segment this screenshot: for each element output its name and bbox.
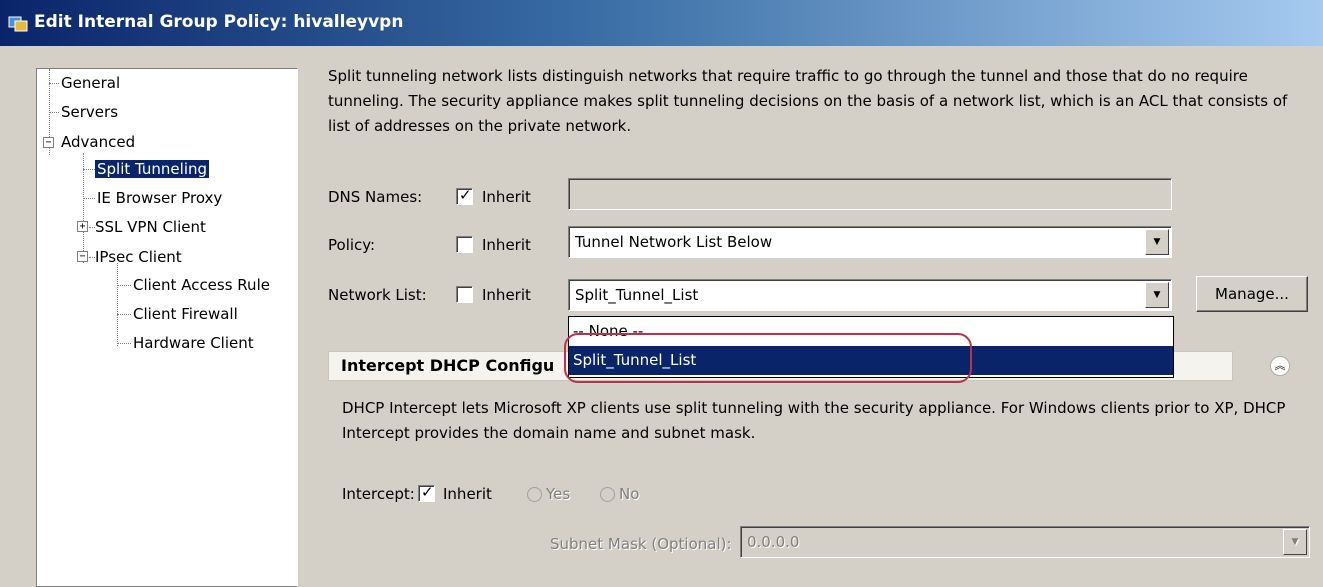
intercept-yes-label: Yes — [546, 485, 571, 503]
policy-inherit-label: Inherit — [482, 236, 531, 254]
intercept-label: Intercept: — [342, 485, 415, 503]
dns-names-input — [568, 178, 1172, 210]
tree-item-ipsec-client[interactable]: IPsec Client — [95, 246, 182, 268]
navigation-tree[interactable]: − + − General Servers Advanced Split Tun… — [36, 68, 298, 587]
highlight-annotation — [564, 333, 972, 383]
policy-inherit-checkbox[interactable] — [456, 236, 473, 253]
intercept-inherit-label: Inherit — [443, 485, 492, 503]
dns-inherit-checkbox[interactable]: ✓ — [456, 186, 473, 205]
intercept-no-radio[interactable] — [600, 487, 615, 502]
collapse-advanced-icon[interactable]: − — [43, 137, 54, 148]
tree-item-advanced[interactable]: Advanced — [61, 131, 135, 153]
policy-select-value: Tunnel Network List Below — [575, 233, 773, 251]
chevron-down-icon[interactable]: ▼ — [1145, 282, 1169, 308]
collapse-section-icon[interactable]: ︽ — [1270, 356, 1290, 376]
network-list-label: Network List: — [328, 286, 427, 304]
subnet-mask-value: 0.0.0.0 — [747, 533, 800, 551]
policy-label: Policy: — [328, 236, 376, 254]
app-icon — [8, 16, 28, 32]
tree-item-ie-browser-proxy[interactable]: IE Browser Proxy — [97, 187, 222, 209]
dhcp-section-title: Intercept DHCP Configu — [341, 356, 555, 375]
split-tunneling-description: Split tunneling network lists distinguis… — [328, 67, 1288, 135]
check-icon: ✓ — [421, 483, 434, 501]
expand-ssl-vpn-client-icon[interactable]: + — [77, 221, 88, 232]
collapse-ipsec-client-icon[interactable]: − — [77, 251, 88, 262]
intercept-no-label: No — [619, 485, 640, 503]
dns-names-label: DNS Names: — [328, 188, 423, 206]
window-title: Edit Internal Group Policy: hivalleyvpn — [34, 12, 404, 32]
network-list-select-value: Split_Tunnel_List — [575, 286, 699, 304]
policy-select[interactable]: Tunnel Network List Below ▼ — [568, 226, 1172, 258]
dns-inherit-label: Inherit — [482, 188, 531, 206]
network-list-inherit-label: Inherit — [482, 286, 531, 304]
tree-item-servers[interactable]: Servers — [61, 101, 118, 123]
tree-item-split-tunneling[interactable]: Split Tunneling — [95, 158, 210, 180]
title-bar: Edit Internal Group Policy: hivalleyvpn — [0, 0, 1323, 46]
manage-button[interactable]: Manage... — [1196, 276, 1308, 312]
tree-item-ssl-vpn-client[interactable]: SSL VPN Client — [95, 216, 206, 238]
network-list-inherit-checkbox[interactable] — [456, 286, 473, 303]
chevron-down-icon: ▼ — [1283, 529, 1307, 555]
intercept-yes-radio[interactable] — [527, 487, 542, 502]
subnet-mask-label: Subnet Mask (Optional): — [550, 535, 732, 553]
tree-item-client-firewall[interactable]: Client Firewall — [133, 303, 238, 325]
tree-item-client-access-rule[interactable]: Client Access Rule — [133, 274, 270, 296]
chevron-down-icon[interactable]: ▼ — [1145, 229, 1169, 255]
tree-item-general[interactable]: General — [61, 72, 120, 94]
network-list-select[interactable]: Split_Tunnel_List ▼ — [568, 279, 1172, 311]
split-tunneling-panel: Split tunneling network lists distinguis… — [316, 46, 1323, 587]
subnet-mask-select: 0.0.0.0 ▼ — [740, 526, 1310, 558]
tree-item-hardware-client[interactable]: Hardware Client — [133, 332, 254, 354]
intercept-inherit-checkbox[interactable]: ✓ — [418, 483, 435, 502]
dhcp-description: DHCP Intercept lets Microsoft XP clients… — [342, 399, 1286, 442]
check-icon: ✓ — [459, 186, 472, 204]
